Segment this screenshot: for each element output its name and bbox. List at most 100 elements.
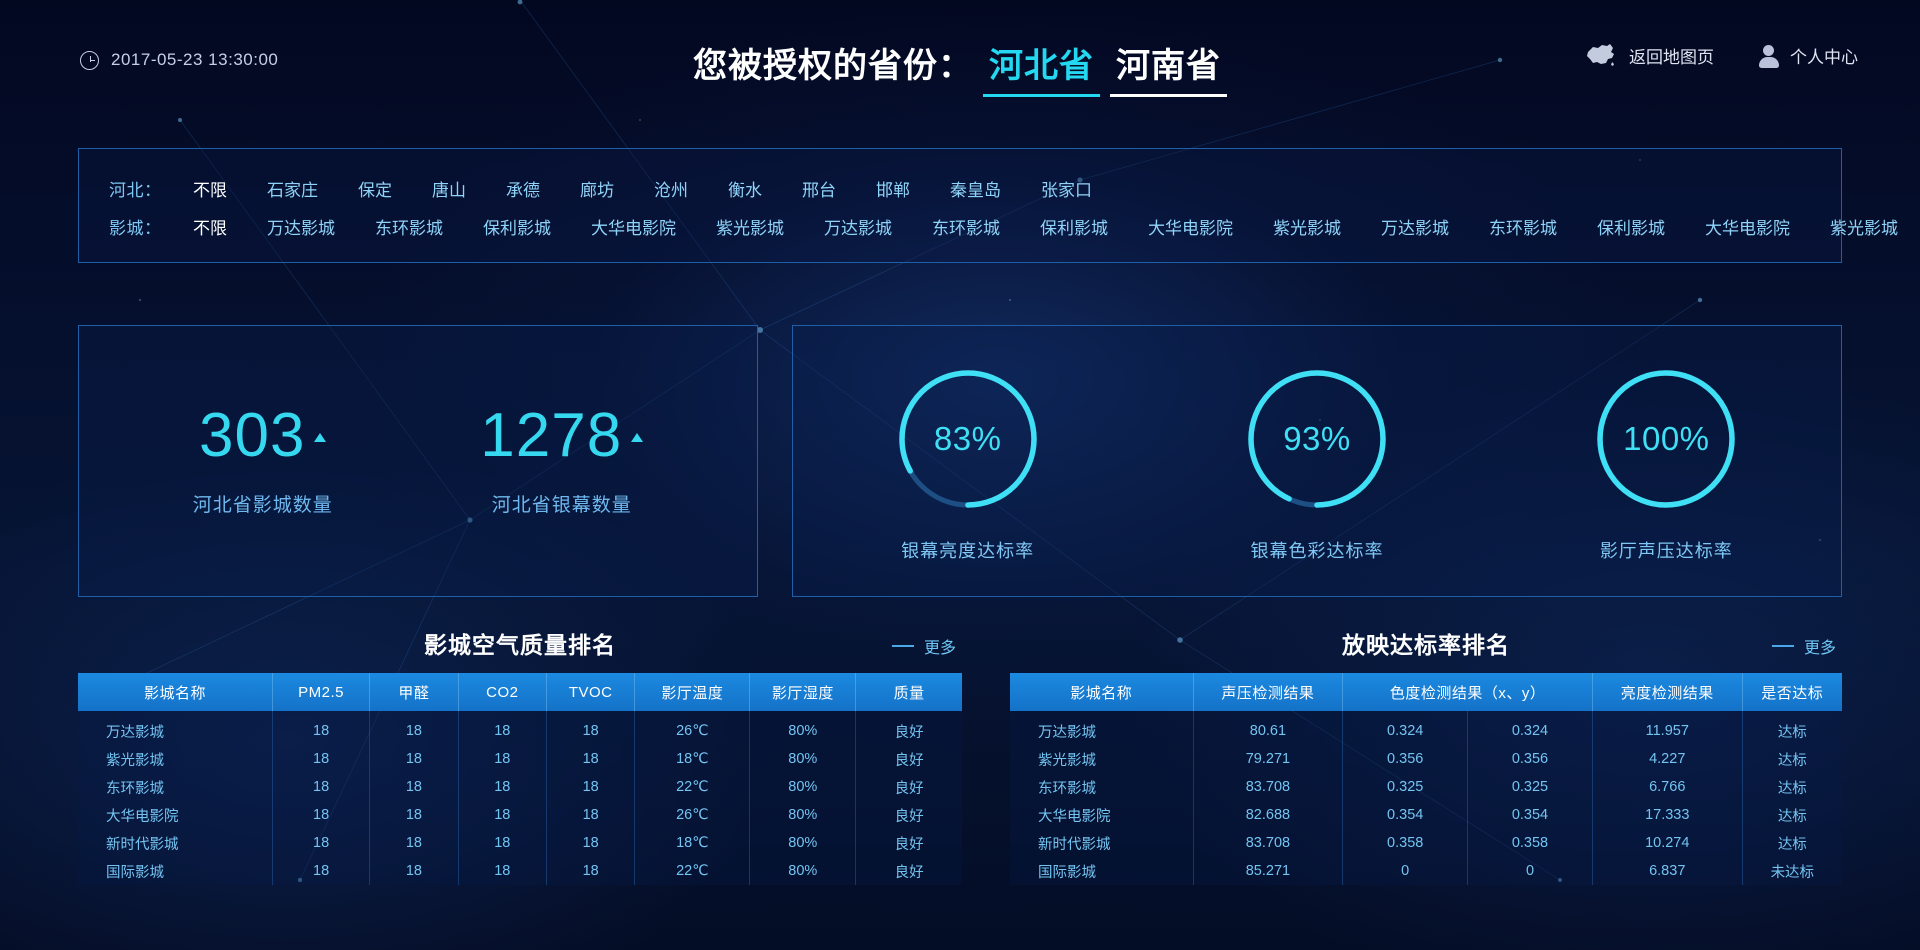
- table-cell: 18: [272, 745, 371, 773]
- province-tab-henan[interactable]: 河南省: [1110, 38, 1227, 97]
- user-center-label: 个人中心: [1790, 47, 1858, 67]
- filter-option[interactable]: 廊坊: [570, 173, 624, 204]
- table-row[interactable]: 东环影城 83.708 0.325 0.325 6.766 达标: [1010, 773, 1842, 801]
- air-quality-more-link[interactable]: 更多: [891, 634, 956, 658]
- filter-option[interactable]: 秦皇岛: [940, 173, 1011, 204]
- table-cell: 18℃: [634, 829, 751, 857]
- column-header: 声压检测结果: [1193, 673, 1344, 711]
- table-cell: 18: [546, 773, 636, 801]
- filter-option[interactable]: 紫光影城: [706, 211, 794, 242]
- filter-row-city: 河北： 不限 石家庄 保定 唐山 承德 廊坊 沧州 衡水 邢台 邯郸 秦皇岛 张家口: [79, 170, 1841, 206]
- table-cell: 达标: [1742, 829, 1842, 857]
- table-cell: 10.274: [1592, 829, 1743, 857]
- filter-option[interactable]: 保定: [348, 173, 402, 204]
- stats-card: 303 河北省影城数量 1278 河北省银幕数量: [78, 325, 758, 597]
- air-quality-table-block: 影城空气质量排名 更多 影城名称 PM2.5 甲醛 CO2 TVOC 影厅温度 影厅湿度 质量…: [78, 625, 962, 885]
- table-cell: 18: [458, 711, 547, 745]
- filter-option[interactable]: 保利影城: [473, 211, 561, 242]
- filter-option[interactable]: 张家口: [1031, 173, 1102, 204]
- table-cell: 85.271: [1193, 857, 1344, 885]
- filter-option[interactable]: 唐山: [422, 173, 476, 204]
- filter-option[interactable]: 大华电影院: [1695, 211, 1800, 242]
- cinema-name-cell: 万达影城: [1010, 711, 1194, 745]
- table-header-row: 影城名称 PM2.5 甲醛 CO2 TVOC 影厅温度 影厅湿度 质量: [78, 673, 962, 711]
- table-row[interactable]: 新时代影城 18 18 18 18 18℃ 80% 良好: [78, 829, 962, 857]
- table-cell: 18: [458, 801, 547, 829]
- filter-option[interactable]: 邯郸: [866, 173, 920, 204]
- table-cell: 18: [272, 711, 371, 745]
- filter-items-cinema: 不限 万达影城 东环影城 保利影城 大华电影院 紫光影城 万达影城 东环影城 保利影城 大华电影院…: [183, 211, 1920, 242]
- table-cell: 达标: [1742, 801, 1842, 829]
- gauge-value: 100%: [1623, 419, 1710, 457]
- filter-option[interactable]: 不限: [183, 211, 237, 242]
- table-cell: 0.354: [1342, 801, 1469, 829]
- table-row[interactable]: 国际影城 18 18 18 18 22℃ 80% 良好: [78, 857, 962, 885]
- table-cell: 18: [369, 829, 459, 857]
- user-avatar-icon: [1758, 44, 1779, 68]
- table-row[interactable]: 东环影城 18 18 18 18 22℃ 80% 良好: [78, 773, 962, 801]
- table-row[interactable]: 大华电影院 18 18 18 18 26℃ 80% 良好: [78, 801, 962, 829]
- filter-option[interactable]: 石家庄: [257, 173, 328, 204]
- filter-option[interactable]: 紫光影城: [1820, 211, 1908, 242]
- table-cell: 6.766: [1592, 773, 1743, 801]
- gauge-label: 银幕亮度达标率: [901, 540, 1035, 561]
- air-quality-more-label: 更多: [923, 640, 956, 657]
- filter-option[interactable]: 万达影城: [257, 211, 345, 242]
- table-cell: 18: [369, 711, 459, 745]
- filter-option[interactable]: 大华电影院: [1138, 211, 1243, 242]
- table-row[interactable]: 国际影城 85.271 0 0 6.837 未达标: [1010, 857, 1842, 885]
- filter-panel: 河北： 不限 石家庄 保定 唐山 承德 廊坊 沧州 衡水 邢台 邯郸 秦皇岛 张家口 影城： 不限 万达…: [78, 148, 1898, 263]
- stat-cinema-count: 303 河北省影城数量: [193, 405, 333, 517]
- filter-row-cinema: 影城： 不限 万达影城 东环影城 保利影城 大华电影院 紫光影城 万达影城 东环影城 保利影城大…: [79, 208, 1898, 244]
- back-to-map-button[interactable]: 返回地图页: [1584, 42, 1714, 68]
- table-cell: 80%: [749, 829, 857, 857]
- filter-option[interactable]: 沧州: [644, 173, 698, 204]
- table-cell: 18: [458, 773, 547, 801]
- filter-option[interactable]: 保利影城: [1030, 211, 1118, 242]
- table-cell: 17.333: [1592, 801, 1743, 829]
- filter-option[interactable]: 紫光影城: [1263, 211, 1351, 242]
- gauge-ring: 100%: [1593, 366, 1739, 512]
- table-cell: 良好: [855, 857, 962, 885]
- filter-option[interactable]: 保利影城: [1587, 211, 1675, 242]
- filter-option[interactable]: 万达影城: [814, 211, 902, 242]
- table-cell: 达标: [1742, 773, 1842, 801]
- cinema-name-cell: 东环影城: [1010, 773, 1194, 801]
- table-cell: 80%: [749, 857, 857, 885]
- filter-option[interactable]: 万达影城: [1371, 211, 1459, 242]
- cinema-name-cell: 国际影城: [78, 857, 273, 885]
- column-header: 影城名称: [78, 673, 273, 711]
- table-cell: 18: [272, 773, 371, 801]
- china-map-icon: [1584, 42, 1618, 68]
- column-header: 影厅温度: [634, 673, 751, 711]
- filter-option[interactable]: 衡水: [718, 173, 772, 204]
- table-row[interactable]: 万达影城 18 18 18 18 26℃ 80% 良好: [78, 711, 962, 745]
- filter-option[interactable]: 不限: [183, 173, 237, 204]
- table-row[interactable]: 紫光影城 18 18 18 18 18℃ 80% 良好: [78, 745, 962, 773]
- compliance-more-link[interactable]: 更多: [1771, 634, 1836, 658]
- table-cell: 0.324: [1467, 711, 1593, 745]
- air-quality-title: 影城空气质量排名: [424, 632, 616, 658]
- table-cell: 18: [546, 801, 636, 829]
- filter-option[interactable]: 大华电影院: [581, 211, 686, 242]
- filter-items-city: 不限 石家庄 保定 唐山 承德 廊坊 沧州 衡水 邢台 邯郸 秦皇岛 张家口: [183, 173, 1122, 204]
- filter-option[interactable]: 东环影城: [365, 211, 453, 242]
- table-row[interactable]: 新时代影城 83.708 0.358 0.358 10.274 达标: [1010, 829, 1842, 857]
- gauge-3: 100% 影厅声压达标率: [1593, 366, 1739, 563]
- filter-option[interactable]: 承德: [496, 173, 550, 204]
- back-to-map-label: 返回地图页: [1629, 47, 1714, 67]
- filter-option[interactable]: 邢台: [792, 173, 846, 204]
- table-cell: 0: [1342, 857, 1469, 885]
- filter-option[interactable]: 东环影城: [922, 211, 1010, 242]
- user-center-button[interactable]: 个人中心: [1758, 43, 1858, 68]
- stat-cinema-value-wrap: 303: [199, 405, 327, 467]
- province-tab-hebei[interactable]: 河北省: [983, 38, 1100, 97]
- filter-option[interactable]: 东环影城: [1479, 211, 1567, 242]
- table-cell: 18: [458, 745, 547, 773]
- table-cell: 0.324: [1342, 711, 1469, 745]
- table-cell: 18: [369, 773, 459, 801]
- table-cell: 0.325: [1467, 773, 1593, 801]
- table-row[interactable]: 紫光影城 79.271 0.356 0.356 4.227 达标: [1010, 745, 1842, 773]
- table-row[interactable]: 大华电影院 82.688 0.354 0.354 17.333 达标: [1010, 801, 1842, 829]
- table-row[interactable]: 万达影城 80.61 0.324 0.324 11.957 达标: [1010, 711, 1842, 745]
